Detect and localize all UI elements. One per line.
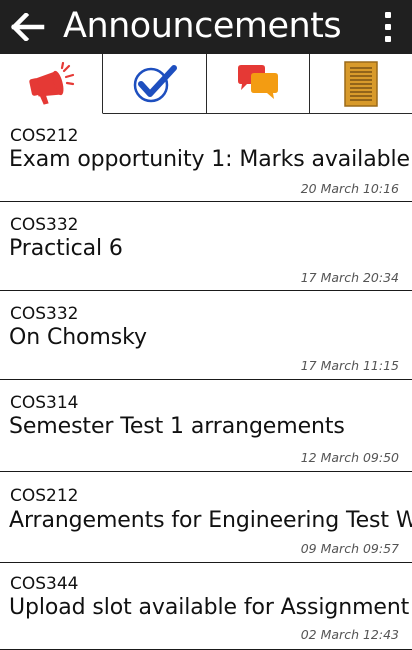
back-button[interactable] bbox=[8, 9, 48, 45]
chat-bubbles-icon bbox=[237, 64, 278, 99]
announcement-item[interactable]: COS332 On Chomsky 17 March 11:15 bbox=[0, 291, 412, 380]
announcement-time: 17 March 20:34 bbox=[300, 270, 399, 285]
announcement-time: 09 March 09:57 bbox=[300, 541, 399, 556]
megaphone-icon bbox=[29, 61, 75, 105]
more-vertical-icon bbox=[385, 12, 391, 18]
announcement-item[interactable]: COS314 Semester Test 1 arrangements 12 M… bbox=[0, 380, 412, 472]
notepad-icon bbox=[344, 60, 378, 107]
announcement-time: 02 March 12:43 bbox=[300, 627, 399, 642]
more-options-button[interactable] bbox=[382, 12, 394, 42]
tab-notes[interactable] bbox=[309, 54, 412, 113]
announcement-list: COS212 Exam opportunity 1: Marks availab… bbox=[0, 114, 412, 650]
announcement-time: 12 March 09:50 bbox=[300, 450, 399, 465]
announcement-time: 20 March 10:16 bbox=[300, 181, 399, 196]
announcement-title: Exam opportunity 1: Marks available bbox=[9, 147, 410, 172]
app-bar: Announcements bbox=[0, 0, 412, 54]
tab-announcements[interactable] bbox=[0, 54, 104, 114]
announcement-title: Upload slot available for Assignment bbox=[9, 595, 410, 620]
tab-bar bbox=[0, 54, 412, 114]
course-code: COS332 bbox=[10, 215, 79, 235]
announcement-item[interactable]: COS212 Arrangements for Engineering Test… bbox=[0, 472, 412, 563]
announcement-title: On Chomsky bbox=[9, 325, 147, 350]
course-code: COS332 bbox=[10, 304, 79, 324]
tab-discussions[interactable] bbox=[206, 54, 310, 113]
course-code: COS344 bbox=[10, 574, 79, 594]
course-code: COS212 bbox=[10, 126, 79, 146]
announcement-title: Arrangements for Engineering Test W bbox=[9, 508, 412, 533]
announcement-item[interactable]: COS212 Exam opportunity 1: Marks availab… bbox=[0, 114, 412, 202]
course-code: COS212 bbox=[10, 486, 79, 506]
announcement-title: Semester Test 1 arrangements bbox=[9, 414, 345, 439]
more-vertical-icon-dot bbox=[385, 24, 391, 30]
announcement-item[interactable]: COS332 Practical 6 17 March 20:34 bbox=[0, 202, 412, 291]
app-screen: Announcements COS212 Exam opportunity 1:… bbox=[0, 0, 412, 650]
checkmark-icon bbox=[134, 64, 178, 102]
announcement-time: 17 March 11:15 bbox=[300, 358, 399, 373]
tab-tasks[interactable] bbox=[103, 54, 207, 113]
announcement-item[interactable]: COS344 Upload slot available for Assignm… bbox=[0, 563, 412, 650]
more-vertical-icon-dot bbox=[385, 36, 391, 42]
arrow-left-icon bbox=[11, 13, 45, 41]
announcement-title: Practical 6 bbox=[9, 236, 123, 261]
page-title: Announcements bbox=[63, 6, 342, 46]
course-code: COS314 bbox=[10, 393, 79, 413]
